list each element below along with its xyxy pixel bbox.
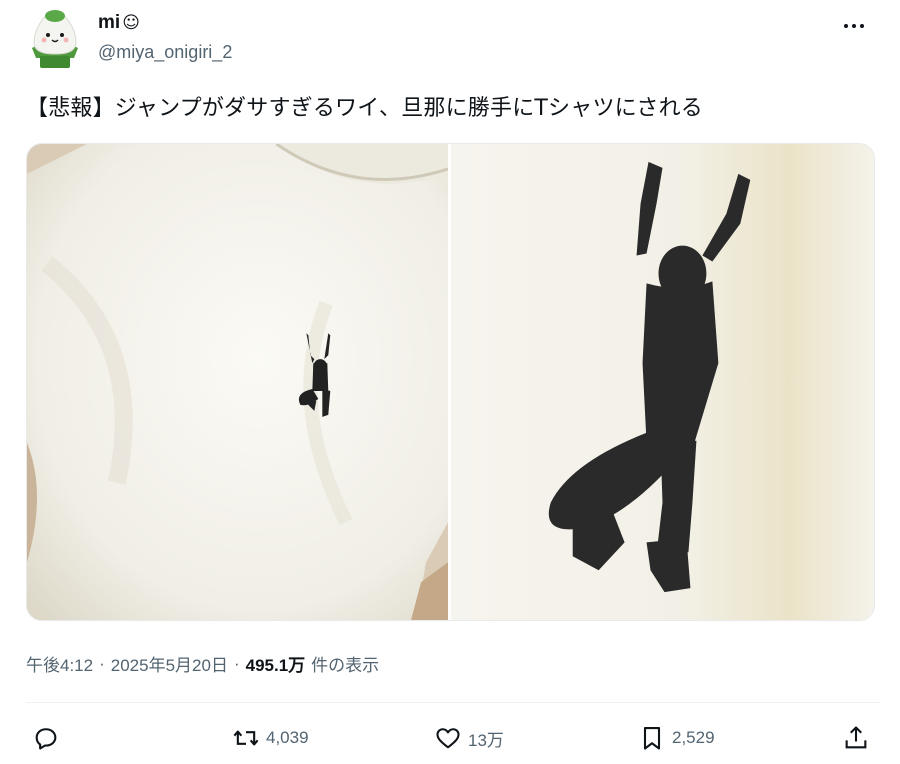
media-image-1[interactable] bbox=[27, 144, 448, 620]
display-name-text: mi bbox=[98, 12, 121, 33]
more-button[interactable] bbox=[840, 16, 868, 36]
media-grid bbox=[26, 143, 875, 621]
action-bar: 4,039 13万 2,529 bbox=[26, 718, 876, 758]
more-icon bbox=[844, 24, 848, 28]
divider bbox=[26, 702, 880, 703]
retweet-button[interactable]: 4,039 bbox=[232, 718, 309, 758]
author-name-block: mi ☺ @miya_onigiri_2 bbox=[98, 12, 232, 63]
bookmark-icon bbox=[643, 727, 661, 750]
like-count: 13万 bbox=[468, 730, 504, 750]
share-icon bbox=[845, 726, 867, 749]
silhouette-closeup-photo bbox=[451, 144, 874, 620]
retweet-count: 4,039 bbox=[266, 728, 309, 747]
like-button[interactable]: 13万 bbox=[434, 718, 504, 758]
reply-button[interactable] bbox=[32, 718, 66, 758]
bookmark-button[interactable]: 2,529 bbox=[638, 718, 715, 758]
media-image-2[interactable] bbox=[451, 144, 874, 620]
views-count: 495.1万 bbox=[245, 656, 306, 675]
avatar[interactable] bbox=[26, 8, 84, 70]
share-button[interactable] bbox=[842, 718, 870, 758]
name-emoji: ☺ bbox=[122, 13, 140, 33]
tshirt-photo bbox=[27, 144, 448, 620]
tweet-time[interactable]: 午後4:12 bbox=[26, 651, 93, 676]
separator-dot: · bbox=[233, 653, 240, 673]
separator-dot: · bbox=[99, 653, 105, 673]
like-icon bbox=[436, 728, 460, 749]
tweet-meta: 午後4:12 · 2025年5月20日 · 495.1万 件の表示 bbox=[26, 651, 379, 676]
tweet-header: mi ☺ @miya_onigiri_2 bbox=[26, 8, 880, 72]
display-name[interactable]: mi ☺ bbox=[98, 12, 232, 34]
tweet-text: 【悲報】ジャンプがダサすぎるワイ、旦那に勝手にTシャツにされる bbox=[26, 96, 704, 121]
bookmark-count: 2,529 bbox=[672, 728, 715, 747]
handle[interactable]: @miya_onigiri_2 bbox=[98, 42, 232, 63]
tweet-date[interactable]: 2025年5月20日 bbox=[111, 651, 228, 676]
onigiri-avatar-icon bbox=[32, 10, 78, 68]
views-label: 件の表示 bbox=[311, 656, 380, 675]
retweet-icon bbox=[233, 730, 259, 746]
reply-icon bbox=[35, 728, 57, 750]
